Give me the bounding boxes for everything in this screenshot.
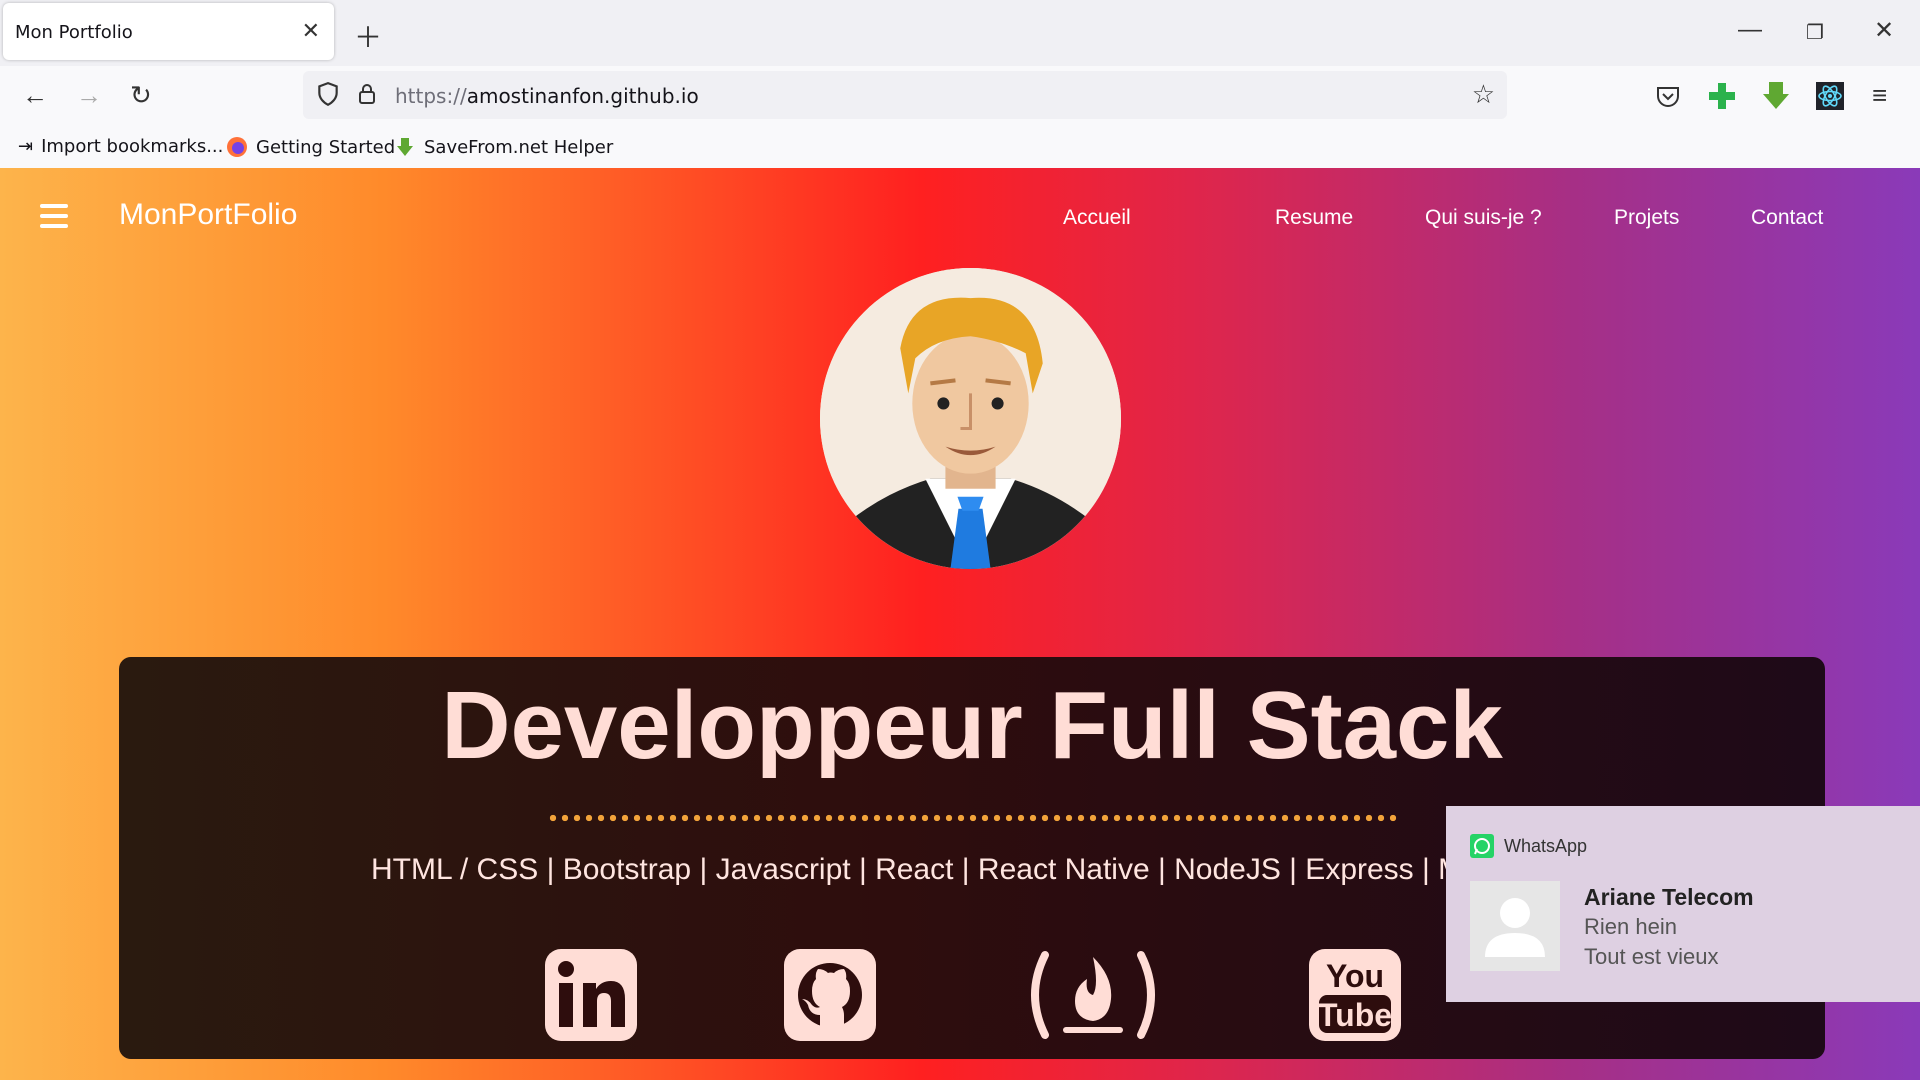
linkedin-icon[interactable] [545,949,637,1041]
react-devtools-icon[interactable] [1810,76,1850,116]
menu-icon[interactable]: ≡ [1872,80,1887,111]
bookmark-savefrom[interactable]: SaveFrom.net Helper [394,136,613,158]
url-bar[interactable]: https://amostinanfon.github.io ☆ [303,71,1507,119]
bookmark-label: SaveFrom.net Helper [424,136,614,158]
bookmark-label: Import bookmarks... [41,136,224,157]
notification-message-line-2: Tout est vieux [1584,944,1719,969]
lock-icon[interactable] [355,81,379,107]
savefrom-icon [397,138,413,156]
pocket-icon[interactable] [1648,76,1688,116]
url-host: amostinanfon.github.io [466,84,699,108]
bookmark-import[interactable]: ⇥ Import bookmarks... [18,136,223,157]
nav-resume[interactable]: Resume [1275,206,1353,230]
svg-text:You: You [1326,958,1384,994]
site-brand[interactable]: MonPortFolio [119,198,297,232]
minimize-icon[interactable]: — [1738,16,1762,44]
hamburger-menu-icon[interactable] [40,204,68,234]
url-scheme: https:// [395,84,467,108]
dotted-divider [547,813,1399,823]
tab-mon-portfolio[interactable]: Mon Portfolio ✕ [3,3,334,60]
svg-text:Tube: Tube [1318,997,1392,1033]
avatar [820,268,1121,569]
new-tab-icon[interactable]: ＋ [354,16,382,56]
contact-avatar [1470,881,1560,971]
close-window-icon[interactable]: ✕ [1874,16,1894,45]
nav-accueil[interactable]: Accueil [1063,206,1131,230]
browser-chrome: Mon Portfolio ✕ ＋ — ❐ ✕ ← → ↻ https://am… [0,0,1920,168]
github-icon[interactable] [784,949,876,1041]
forward-icon[interactable]: → [76,80,102,111]
notification-app-name: WhatsApp [1504,835,1588,856]
notification-message-line-1: Rien hein [1584,914,1677,939]
navigation-toolbar: ← → ↻ https://amostinanfon.github.io ☆ ≡ [0,66,1920,128]
tab-title: Mon Portfolio [15,22,133,43]
youtube-icon[interactable]: You Tube [1309,949,1401,1041]
restore-icon[interactable]: ❐ [1806,20,1824,45]
nav-projets[interactable]: Projets [1614,206,1679,230]
notification-sender: Ariane Telecom [1584,884,1754,910]
close-tab-icon[interactable]: ✕ [302,18,320,44]
import-icon: ⇥ [18,136,34,157]
notification-app: WhatsApp [1470,834,1587,858]
whatsapp-notification[interactable]: WhatsApp Ariane Telecom Rien hein Tout e… [1446,806,1920,1002]
bookmark-getting-started[interactable]: Getting Started [226,136,395,158]
add-extension-icon[interactable] [1702,76,1742,116]
bookmark-label: Getting Started [256,136,396,158]
tab-bar: Mon Portfolio ✕ ＋ — ❐ ✕ [0,0,1920,66]
nav-qui-suis-je[interactable]: Qui suis-je ? [1425,206,1542,230]
bookmark-star-icon[interactable]: ☆ [1472,79,1495,110]
whatsapp-icon [1470,834,1494,858]
reload-icon[interactable]: ↻ [130,80,152,111]
savefrom-download-icon[interactable] [1756,76,1796,116]
freecodecamp-icon[interactable] [1023,949,1163,1041]
nav-contact[interactable]: Contact [1751,206,1823,230]
bookmarks-toolbar: ⇥ Import bookmarks... Getting Started Sa… [0,128,1920,168]
shield-icon[interactable] [315,81,341,107]
headline: Developpeur Full Stack [441,672,1503,779]
firefox-icon [227,137,247,157]
back-icon[interactable]: ← [22,80,48,111]
url-text[interactable]: https://amostinanfon.github.io [395,84,699,108]
